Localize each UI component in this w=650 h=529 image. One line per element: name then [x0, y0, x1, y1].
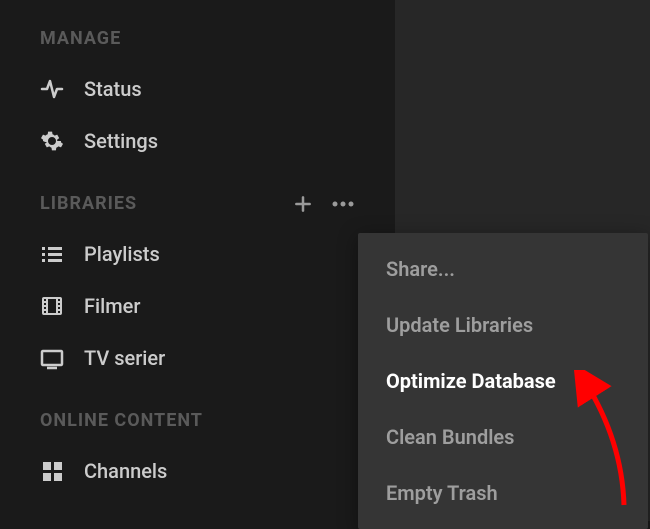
film-icon	[40, 294, 64, 318]
gear-icon	[40, 129, 64, 153]
section-libraries: LIBRARIES	[0, 185, 395, 228]
tv-icon	[40, 346, 64, 370]
channels-icon	[40, 459, 64, 483]
context-menu: Share... Update Libraries Optimize Datab…	[358, 233, 648, 529]
section-title: ONLINE CONTENT	[40, 410, 203, 431]
menu-share[interactable]: Share...	[358, 241, 648, 297]
nav-label: Settings	[84, 129, 158, 153]
menu-optimize-database[interactable]: Optimize Database	[358, 353, 648, 409]
activity-icon	[40, 77, 64, 101]
nav-settings[interactable]: Settings	[0, 115, 395, 167]
nav-tv-serier[interactable]: TV serier	[0, 332, 395, 384]
nav-label: Status	[84, 77, 142, 101]
section-manage: MANAGE	[0, 20, 395, 63]
nav-label: Channels	[84, 459, 167, 483]
nav-label: Filmer	[84, 294, 140, 318]
section-title: MANAGE	[40, 28, 121, 49]
nav-status[interactable]: Status	[0, 63, 395, 115]
nav-filmer[interactable]: Filmer	[0, 280, 395, 332]
section-online: ONLINE CONTENT	[0, 402, 395, 445]
playlist-icon	[40, 242, 64, 266]
more-icon[interactable]	[331, 200, 355, 208]
section-title: LIBRARIES	[40, 193, 137, 214]
sidebar: MANAGE Status Settings LIBRARIES	[0, 0, 395, 521]
nav-label: Playlists	[84, 242, 160, 266]
menu-clean-bundles[interactable]: Clean Bundles	[358, 409, 648, 465]
nav-label: TV serier	[84, 346, 165, 370]
menu-empty-trash[interactable]: Empty Trash	[358, 465, 648, 521]
menu-update-libraries[interactable]: Update Libraries	[358, 297, 648, 353]
nav-playlists[interactable]: Playlists	[0, 228, 395, 280]
plus-icon[interactable]	[293, 194, 313, 214]
nav-channels[interactable]: Channels	[0, 445, 395, 497]
